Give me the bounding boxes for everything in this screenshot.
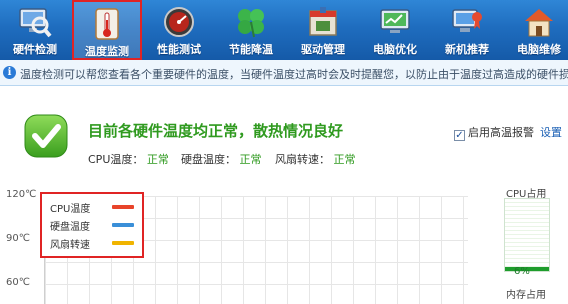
repair-house-icon <box>525 9 553 37</box>
memory-usage-label: 内存占用 <box>506 290 546 301</box>
speedometer-icon <box>164 7 194 37</box>
legend-fan-swatch <box>112 241 134 245</box>
chart-legend: CPU温度 硬盘温度 风扇转速 <box>40 192 144 258</box>
info-icon: i <box>3 66 16 79</box>
info-bar: i 温度检测可以帮您查看各个重要硬件的温度，当硬件温度过高时会及时提醒您，以防止… <box>0 60 568 86</box>
fan-speed-label: 风扇转速： <box>275 153 330 166</box>
tab-temperature-monitor[interactable]: 温度监测 <box>72 0 142 60</box>
fan-speed-status: 风扇转速： 正常 <box>275 151 356 167</box>
cpu-usage-meter <box>504 198 550 272</box>
tab-label: 硬件检测 <box>13 43 57 56</box>
new-pc-icon <box>452 9 482 32</box>
alarm-label[interactable]: 启用高温报警 <box>468 126 534 139</box>
alarm-settings-link[interactable]: 设置 <box>540 126 562 139</box>
y-tick-label: 90℃ <box>6 233 30 244</box>
alarm-checkbox[interactable]: ✓ <box>454 130 465 141</box>
disk-temp-value: 正常 <box>239 153 262 166</box>
cpu-usage-percent: 6% <box>514 266 530 277</box>
tab-energy-cooling[interactable]: 节能降温 <box>216 0 286 60</box>
tab-driver-management[interactable]: 驱动管理 <box>288 0 358 60</box>
tab-new-pc-recommend[interactable]: 新机推荐 <box>432 0 502 60</box>
disk-temp-label: 硬盘温度： <box>181 153 236 166</box>
thermometer-icon <box>95 8 119 40</box>
legend-disk-label: 硬盘温度 <box>50 222 90 233</box>
status-title: 目前各硬件温度均正常，散热情况良好 <box>88 122 344 140</box>
tab-label: 电脑维修 <box>517 43 561 56</box>
cpu-temp-label: CPU温度： <box>88 153 144 166</box>
tab-label: 温度监测 <box>85 45 129 58</box>
tab-pc-optimize[interactable]: 电脑优化 <box>360 0 430 60</box>
disk-temp-status: 硬盘温度： 正常 <box>181 151 262 167</box>
cpu-temp-status: CPU温度： 正常 <box>88 151 169 167</box>
check-ok-icon <box>24 114 68 158</box>
tab-label: 节能降温 <box>229 43 273 56</box>
tab-label: 驱动管理 <box>301 43 345 56</box>
high-temp-alarm: ✓ 启用高温报警 设置 <box>454 124 562 141</box>
legend-cpu-swatch <box>112 205 134 209</box>
optimize-monitor-icon <box>380 9 410 33</box>
tab-pc-repair[interactable]: 电脑维修 <box>504 0 568 60</box>
magnifier-monitor-icon <box>19 8 52 38</box>
tab-label: 新机推荐 <box>445 43 489 56</box>
tab-performance-test[interactable]: 性能测试 <box>144 0 214 60</box>
y-tick-label: 60℃ <box>6 277 30 288</box>
tab-hardware-check[interactable]: 硬件检测 <box>0 0 70 60</box>
tab-label: 电脑优化 <box>373 43 417 56</box>
legend-disk-swatch <box>112 223 134 227</box>
clover-leaf-icon <box>238 9 264 38</box>
info-text: 温度检测可以帮您查看各个重要硬件的温度，当硬件温度过高时会及时提醒您，以防止由于… <box>20 68 568 81</box>
legend-fan-label: 风扇转速 <box>50 240 90 251</box>
cpu-temp-value: 正常 <box>146 153 169 166</box>
y-tick-label: 120℃ <box>6 189 37 200</box>
tab-label: 性能测试 <box>157 43 201 56</box>
fan-speed-value: 正常 <box>333 153 356 166</box>
driver-box-icon <box>309 7 337 36</box>
legend-cpu-label: CPU温度 <box>50 204 91 215</box>
main-toolbar: 硬件检测 温度监测 性能测试 节能降温 驱动管理 电脑优化 新机推荐 电脑维修 <box>0 0 568 60</box>
